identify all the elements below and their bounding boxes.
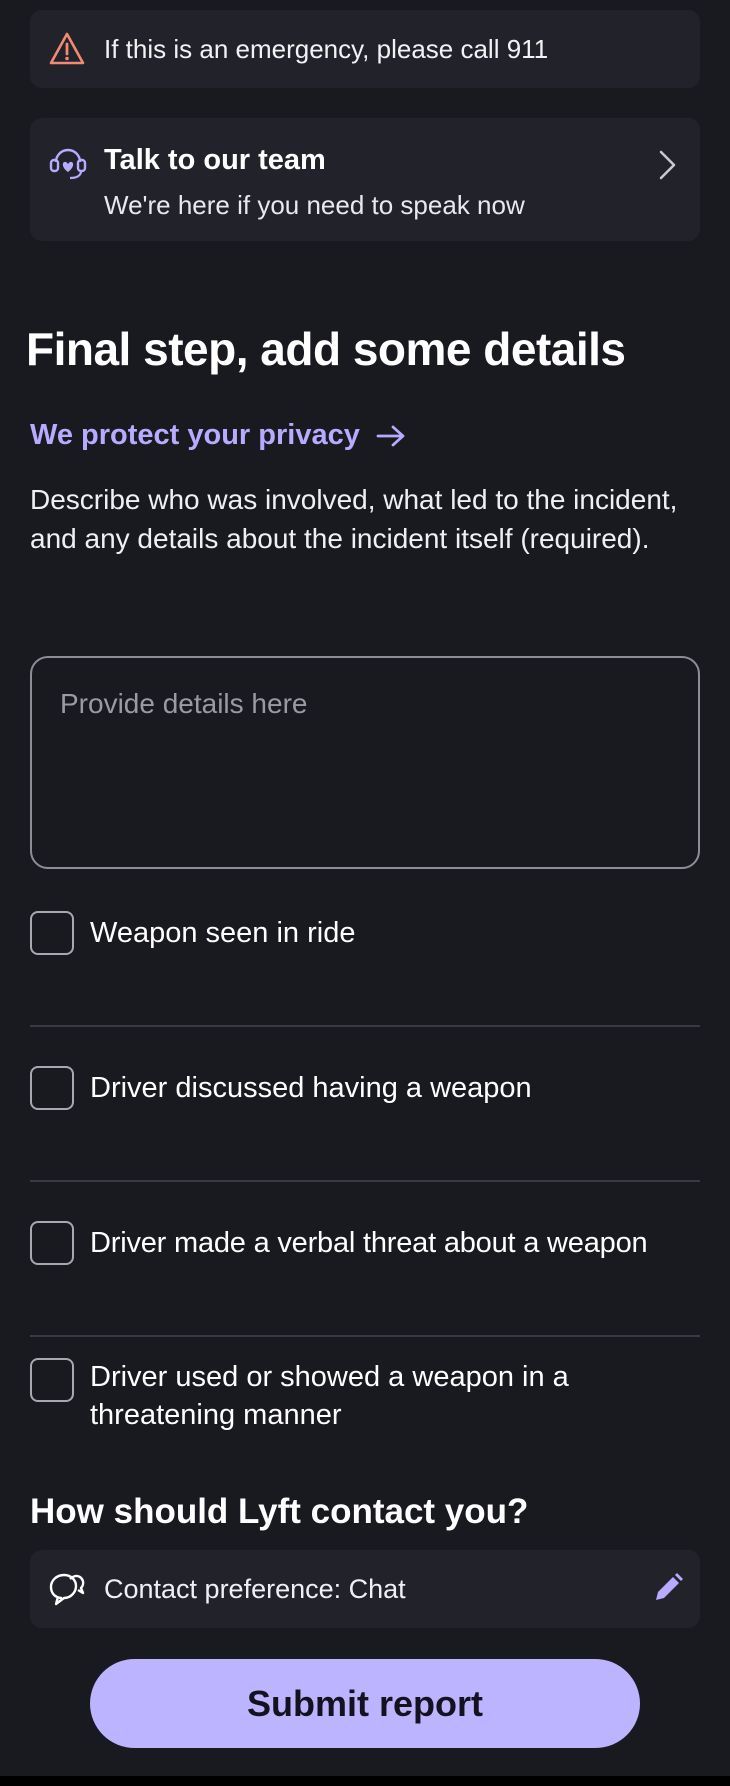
emergency-text: If this is an emergency, please call 911	[104, 34, 549, 64]
arrow-right-icon	[376, 425, 405, 446]
privacy-link[interactable]: We protect your privacy	[30, 419, 406, 452]
details-field[interactable]	[30, 656, 700, 869]
privacy-link-label: We protect your privacy	[30, 419, 360, 451]
checkbox-weapon-seen[interactable]: Weapon seen in ride	[30, 911, 700, 955]
headset-icon	[49, 148, 87, 180]
talk-to-team-card[interactable]: Talk to our team We're here if you need …	[30, 118, 700, 241]
report-page: If this is an emergency, please call 911…	[0, 0, 730, 1786]
contact-preference-text: Contact preference: Chat	[104, 1574, 406, 1604]
emergency-banner: If this is an emergency, please call 911	[30, 10, 700, 88]
chat-bubbles-icon	[49, 1573, 85, 1606]
divider	[30, 1180, 700, 1182]
checkbox-driver-discussed-weapon[interactable]: Driver discussed having a weapon	[30, 1066, 700, 1110]
checkbox[interactable]	[30, 1221, 74, 1265]
checkbox[interactable]	[30, 1066, 74, 1110]
contact-preference-card[interactable]: Contact preference: Chat	[30, 1550, 700, 1628]
checkbox[interactable]	[30, 911, 74, 955]
instructions-text: Describe who was involved, what led to t…	[30, 484, 678, 554]
warning-icon	[49, 32, 85, 65]
talk-to-team-title: Talk to our team	[104, 144, 326, 176]
talk-to-team-subtitle: We're here if you need to speak now	[104, 190, 525, 220]
checkbox-label: Driver used or showed a weapon in a thre…	[90, 1361, 569, 1431]
bottom-bar	[0, 1776, 730, 1786]
contact-heading: How should Lyft contact you?	[30, 1492, 529, 1531]
chevron-right-icon	[659, 150, 676, 180]
checkbox-driver-used-weapon[interactable]: Driver used or showed a weapon in a thre…	[30, 1358, 700, 1434]
details-input[interactable]	[32, 658, 698, 867]
pencil-icon[interactable]	[652, 1572, 684, 1604]
divider	[30, 1025, 700, 1027]
submit-report-button[interactable]: Submit report	[90, 1659, 640, 1748]
checkbox-label: Driver discussed having a weapon	[90, 1072, 532, 1104]
checkbox-driver-verbal-threat[interactable]: Driver made a verbal threat about a weap…	[30, 1221, 700, 1265]
page-title: Final step, add some details	[26, 323, 626, 375]
checkbox[interactable]	[30, 1358, 74, 1402]
checkbox-label: Weapon seen in ride	[90, 917, 356, 949]
divider	[30, 1335, 700, 1337]
checkbox-label: Driver made a verbal threat about a weap…	[90, 1227, 648, 1259]
